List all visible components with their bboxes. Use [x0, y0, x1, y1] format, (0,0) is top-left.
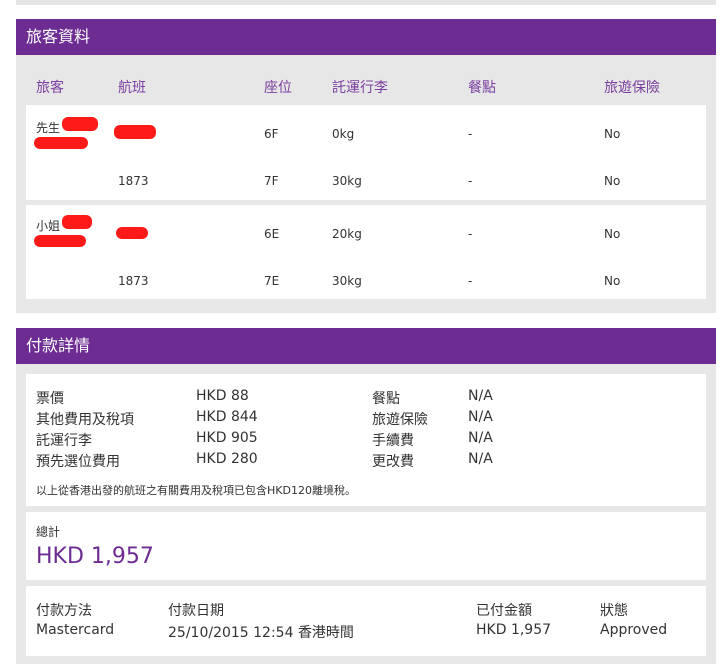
- passenger-card: 小姐 6E 20kg - No 1873 7E 30kg - No: [26, 205, 706, 299]
- flight-value: 1873: [118, 174, 149, 188]
- fee-value: N/A: [468, 451, 493, 467]
- passenger-panel: 旅客 航班 座位 託運行李 餐點 旅遊保險 先生 6F 0kg - No 187…: [16, 55, 716, 313]
- seat-value: 7E: [264, 274, 280, 288]
- payment-date-value: 25/10/2015 12:54 香港時間: [168, 625, 354, 641]
- payment-section-title: 付款詳情: [26, 336, 91, 355]
- insurance-value: No: [604, 127, 621, 141]
- fee-value: N/A: [468, 388, 493, 404]
- passenger-card: 先生 6F 0kg - No 1873 7F 30kg - No: [26, 105, 706, 200]
- redacted-name: [34, 235, 86, 247]
- baggage-value: 0kg: [332, 127, 355, 141]
- passenger-title: 小姐: [36, 219, 61, 233]
- col-header-passenger: 旅客: [36, 80, 64, 96]
- fee-value: HKD 905: [196, 430, 258, 446]
- fee-value: HKD 844: [196, 409, 258, 425]
- fee-label: 更改費: [372, 454, 414, 470]
- baggage-value: 20kg: [332, 227, 362, 241]
- paid-amount-label: 已付金額: [476, 603, 532, 619]
- fee-label: 票價: [36, 391, 64, 407]
- flight-value: 1873: [118, 274, 149, 288]
- baggage-value: 30kg: [332, 174, 362, 188]
- meal-value: -: [468, 227, 473, 241]
- status-value: Approved: [600, 622, 668, 638]
- baggage-value: 30kg: [332, 274, 362, 288]
- fee-value: N/A: [468, 409, 493, 425]
- tax-note: 以上從香港出發的航班之有關費用及稅項已包含HKD120離境稅。: [36, 484, 356, 497]
- passenger-title: 先生: [36, 121, 61, 135]
- redacted-flight: [114, 125, 156, 139]
- col-header-seat: 座位: [264, 80, 292, 96]
- total-label: 總計: [36, 525, 61, 539]
- seat-value: 7F: [264, 174, 279, 188]
- passenger-section-title: 旅客資料: [26, 27, 91, 46]
- total-amount: HKD 1,957: [36, 544, 154, 569]
- meal-value: -: [468, 174, 473, 188]
- redacted-name: [34, 137, 88, 149]
- paid-amount-value: HKD 1,957: [476, 622, 552, 638]
- fees-card: 票價 HKD 88 其他費用及稅項 HKD 844 託運行李 HKD 905 預…: [26, 374, 706, 506]
- passenger-section-header: 旅客資料: [16, 19, 716, 55]
- col-header-meal: 餐點: [468, 80, 496, 96]
- total-card: 總計 HKD 1,957: [26, 512, 706, 580]
- payment-method-value: Mastercard: [36, 622, 115, 638]
- fee-value: HKD 88: [196, 388, 249, 404]
- redacted-name: [62, 215, 92, 229]
- seat-value: 6E: [264, 227, 280, 241]
- col-header-insurance: 旅遊保險: [604, 80, 660, 96]
- insurance-value: No: [604, 174, 621, 188]
- insurance-value: No: [604, 227, 621, 241]
- status-label: 狀態: [600, 603, 628, 619]
- fee-label: 餐點: [372, 391, 400, 407]
- fee-value: HKD 280: [196, 451, 258, 467]
- redacted-name: [62, 117, 98, 131]
- fee-label: 預先選位費用: [36, 454, 120, 470]
- col-header-baggage: 託運行李: [332, 80, 388, 96]
- redacted-flight: [116, 227, 148, 239]
- seat-value: 6F: [264, 127, 279, 141]
- fee-label: 手續費: [372, 433, 414, 449]
- fee-label: 其他費用及稅項: [36, 412, 134, 428]
- fee-value: N/A: [468, 430, 493, 446]
- payment-panel: 票價 HKD 88 其他費用及稅項 HKD 844 託運行李 HKD 905 預…: [16, 364, 716, 664]
- top-divider: [16, 0, 716, 5]
- fee-label: 託運行李: [36, 433, 92, 449]
- col-header-flight: 航班: [118, 80, 146, 96]
- meal-value: -: [468, 127, 473, 141]
- payment-method-label: 付款方法: [36, 603, 92, 619]
- payment-details-card: 付款方法 付款日期 已付金額 狀態 Mastercard 25/10/2015 …: [26, 586, 706, 656]
- meal-value: -: [468, 274, 473, 288]
- fee-label: 旅遊保險: [372, 412, 428, 428]
- insurance-value: No: [604, 274, 621, 288]
- payment-date-label: 付款日期: [168, 603, 224, 619]
- payment-section-header: 付款詳情: [16, 328, 716, 364]
